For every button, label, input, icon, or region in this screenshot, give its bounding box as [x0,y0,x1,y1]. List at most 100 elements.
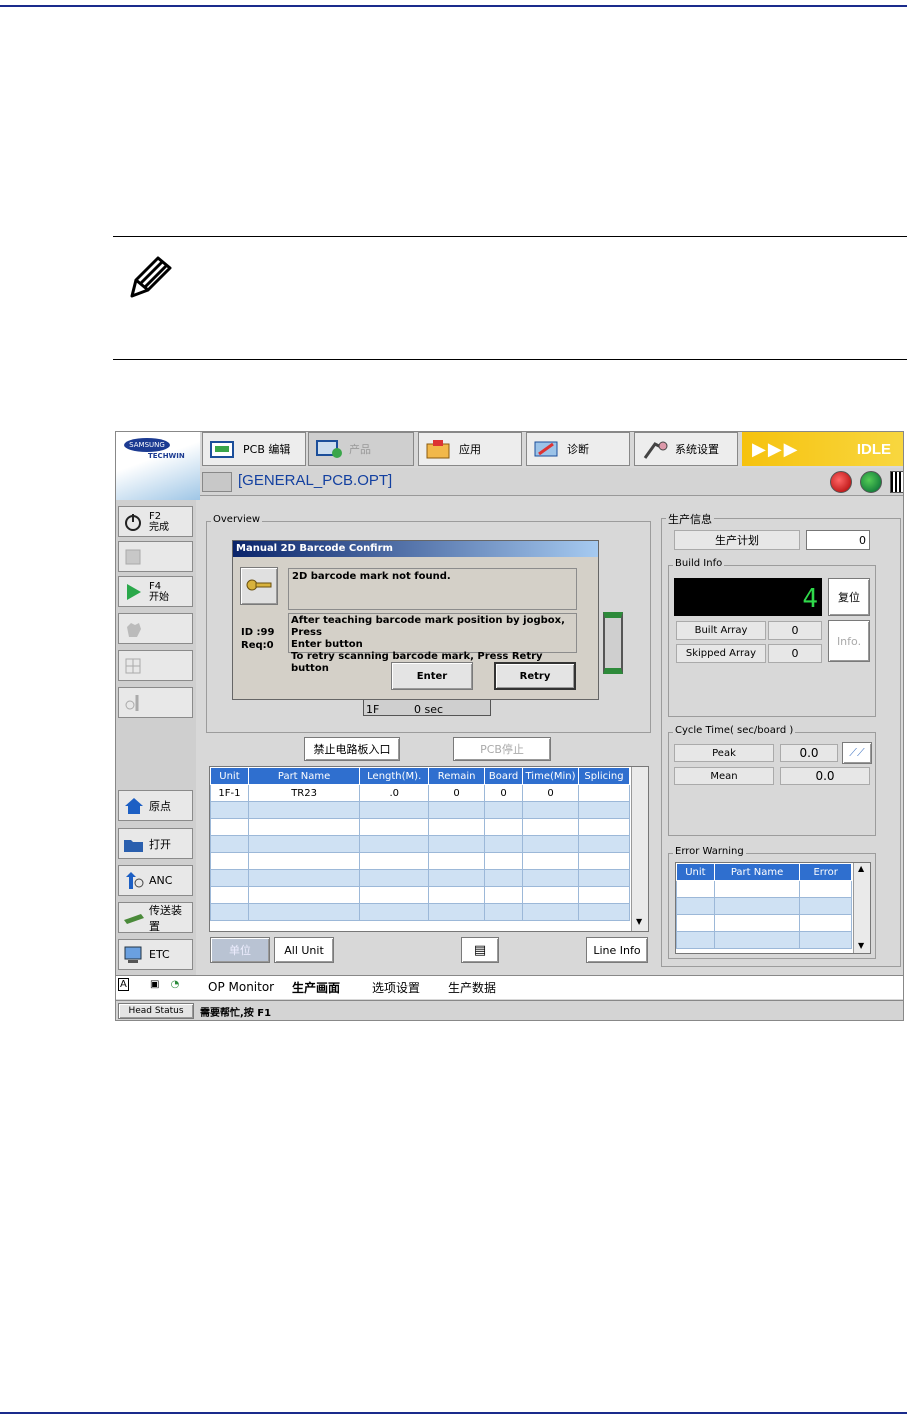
column-header[interactable]: Unit [676,863,715,881]
table-row[interactable] [210,801,630,819]
play-icon [123,582,145,602]
table-row[interactable] [676,914,852,932]
dialog-req: Req:0 [241,640,274,651]
tab-label: PCB 编辑 [243,443,291,456]
info-button[interactable]: Info. [828,620,870,662]
retry-button[interactable]: Retry [494,662,576,690]
barcode-icon[interactable] [890,471,903,493]
conveyor-button[interactable]: 传送装置 [118,902,193,933]
table-row[interactable] [676,880,852,898]
table-row[interactable] [210,886,630,904]
open-label: 打开 [149,837,171,851]
logo-text: SAMSUNG [124,438,170,452]
tab-label: 应用 [459,443,481,456]
tab-pcb-edit[interactable]: PCB 编辑 [202,432,306,466]
file-title: [GENERAL_PCB.OPT] [238,472,393,489]
nozzle-icon [123,693,145,713]
table-row[interactable] [210,835,630,853]
scroll-up-icon[interactable]: ▲ [858,864,864,873]
anc-label: ANC [149,874,173,887]
table-row[interactable] [210,869,630,887]
table-row[interactable] [676,897,852,915]
f4-start-button[interactable]: F4 开始 [118,576,193,607]
title-bar: [GENERAL_PCB.OPT] [200,468,903,496]
column-header[interactable]: Error [799,863,852,881]
column-header[interactable]: Part Name [247,767,361,785]
etc-label: ETC [149,948,170,961]
table-row[interactable]: 1F-1 TR23 .0 0 0 0 [210,784,630,802]
disabled-button-1[interactable] [118,541,193,572]
skipped-array-value: 0 [768,644,822,663]
document-icon: ▤ [473,942,487,958]
tab-application[interactable]: 应用 [418,432,522,466]
table-cell: 1F-1 [210,784,249,802]
unit-button[interactable]: 单位 [210,937,270,963]
home-icon [123,796,145,816]
column-header[interactable]: Remain [428,767,486,785]
table-scrollbar[interactable]: ▼ [631,767,648,931]
key-icon [245,576,273,597]
keyboard-a-icon[interactable]: A [118,978,129,991]
peak-label: Peak [674,744,774,762]
reset-button[interactable]: 复位 [828,578,870,616]
enter-button[interactable]: Enter [391,662,473,690]
cycle-reset-button[interactable]: ⟋⟋ [842,742,872,764]
build-info-label: Build Info [673,558,725,569]
f2-complete-button[interactable]: F2 完成 [118,506,193,537]
line-info-button[interactable]: Line Info [586,937,648,963]
column-header[interactable]: Part Name [713,863,801,881]
home-button[interactable]: 原点 [118,790,193,821]
pcb-stop-button[interactable]: PCB停止 [453,737,551,761]
column-header[interactable]: Splicing [578,767,630,785]
all-unit-button[interactable]: All Unit [274,937,334,963]
green-lamp-icon [860,471,882,493]
tab-diagnosis[interactable]: 诊断 [526,432,630,466]
hand-button[interactable] [118,613,193,644]
samsung-logo: SAMSUNG TECHWIN [116,432,200,500]
grid-button[interactable] [118,650,193,681]
table-header-row: Unit Part Name Length(M). Remain Board T… [210,767,630,785]
table-row[interactable] [210,818,630,836]
tool-button[interactable] [118,687,193,718]
tab-option-settings[interactable]: 选项设置 [366,977,426,997]
f2-label: 完成 [149,521,169,533]
column-header[interactable]: Length(M). [359,767,430,785]
status-indicator: ▶▶▶ IDLE [742,432,903,466]
column-header[interactable]: Time(Min) [522,767,580,785]
error-table-scrollbar[interactable]: ▲ ▼ [853,863,870,953]
dialog-message-box: 2D barcode mark not found. [288,568,577,610]
conveyor-icon [123,908,145,928]
production-info-label: 生产信息 [666,511,714,527]
table-row[interactable] [676,931,852,949]
save-icon[interactable]: ▣ [150,979,159,990]
tab-system-settings[interactable]: 系统设置 [634,432,738,466]
table-row[interactable] [210,903,630,921]
table-cell: TR23 [247,784,361,802]
tab-production-data[interactable]: 生产数据 [442,977,502,997]
production-plan-label: 生产计划 [674,530,800,550]
folder-icon [123,834,145,854]
production-plan-input[interactable]: 0 [806,530,870,550]
table-cell: 0 [428,784,486,802]
column-header[interactable]: Board [484,767,524,785]
open-button[interactable]: 打开 [118,828,193,859]
tab-production-screen[interactable]: 生产画面 [286,977,347,997]
tab-op-monitor[interactable]: OP Monitor [202,977,280,997]
scroll-down-icon[interactable]: ▼ [636,917,642,926]
head-status-button[interactable]: Head Status [118,1003,194,1019]
stop-board-entry-button[interactable]: 禁止电路板入口 [304,737,400,761]
feeder-list-button[interactable]: ▤ [461,937,499,963]
pcb-edit-icon [209,438,237,460]
app-window: SAMSUNG TECHWIN PCB 编辑 产品 应用 诊断 系统设置 ▶▶▶… [115,431,904,1021]
clock-icon[interactable]: ◔ [171,979,180,990]
footer-rule [0,1412,907,1414]
anc-button[interactable]: ANC [118,865,193,896]
tab-product[interactable]: 产品 [308,432,414,466]
table-row[interactable] [210,852,630,870]
etc-button[interactable]: ETC [118,939,193,970]
hand-icon [123,619,145,639]
scroll-down-icon[interactable]: ▼ [858,941,864,950]
title-bar-button[interactable] [202,472,232,492]
column-header[interactable]: Unit [210,767,249,785]
key-button[interactable] [240,567,278,605]
